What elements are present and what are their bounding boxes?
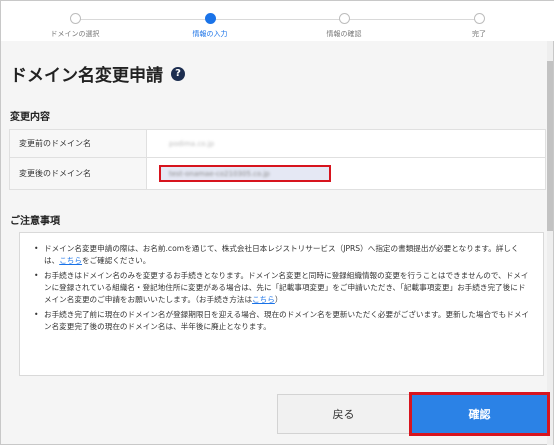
- page-title: ドメイン名変更申請 ?: [10, 61, 185, 86]
- step-dot: [69, 13, 81, 24]
- step-input-info: 情報の入力: [165, 13, 255, 39]
- old-domain-label: 変更前のドメイン名: [10, 130, 147, 157]
- note-tail: ）: [274, 295, 283, 304]
- confirm-button[interactable]: 確認: [409, 392, 550, 436]
- help-icon[interactable]: ?: [171, 66, 185, 81]
- table-row: 変更後のドメイン名 test-onamae-co210305.co.jp: [10, 158, 545, 189]
- note-text: お手続きはドメイン名のみを変更するお手続きとなります。ドメイン名変更と同時に登録…: [44, 271, 529, 304]
- step-label: 情報の入力: [192, 30, 228, 38]
- back-button[interactable]: 戻る: [277, 394, 410, 434]
- progress-line: [75, 19, 479, 20]
- new-domain-label: 変更後のドメイン名: [10, 158, 147, 189]
- new-domain-text: test-onamae-co210305.co.jp: [169, 169, 270, 178]
- step-label: 情報の確認: [326, 30, 362, 38]
- step-domain-select: ドメインの選択: [30, 13, 120, 39]
- new-domain-highlight: test-onamae-co210305.co.jp: [159, 165, 331, 182]
- step-confirm-info: 情報の確認: [299, 13, 389, 39]
- table-row: 変更前のドメイン名 podima.co.jp: [10, 130, 545, 158]
- note-text: お手続き完了前に現在のドメイン名が登録期限日を迎える場合、現在のドメイン名を更新…: [44, 310, 530, 331]
- page: ドメインの選択 情報の入力 情報の確認 完了 ドメイン名変更申請 ? 変更内容 …: [0, 0, 554, 445]
- page-title-text: ドメイン名変更申請: [10, 66, 163, 86]
- scrollbar-thumb[interactable]: [547, 61, 553, 231]
- notes-list: ドメイン名変更申請の際は、お名前.comを通じて、株式会社日本レジストリサービス…: [34, 243, 531, 333]
- old-domain-text: podima.co.jp: [169, 139, 215, 148]
- list-item: お手続き完了前に現在のドメイン名が登録期限日を迎える場合、現在のドメイン名を更新…: [34, 309, 531, 333]
- notes-section-title: ご注意事項: [10, 216, 60, 227]
- note-link[interactable]: こちら: [252, 295, 275, 304]
- step-label: ドメインの選択: [50, 30, 100, 38]
- step-label: 完了: [472, 30, 486, 38]
- progress-steps: ドメインの選択 情報の入力 情報の確認 完了: [1, 1, 554, 41]
- step-dot: [338, 13, 350, 24]
- new-domain-value: test-onamae-co210305.co.jp: [147, 158, 545, 189]
- step-dot-active: [204, 13, 216, 24]
- step-complete: 完了: [434, 13, 524, 39]
- note-link[interactable]: こちら: [59, 256, 82, 265]
- change-section-title: 変更内容: [10, 112, 50, 123]
- notes-box: ドメイン名変更申請の際は、お名前.comを通じて、株式会社日本レジストリサービス…: [19, 232, 544, 376]
- change-table: 変更前のドメイン名 podima.co.jp 変更後のドメイン名 test-on…: [9, 129, 546, 190]
- list-item: ドメイン名変更申請の際は、お名前.comを通じて、株式会社日本レジストリサービス…: [34, 243, 531, 267]
- old-domain-value: podima.co.jp: [147, 130, 545, 157]
- list-item: お手続きはドメイン名のみを変更するお手続きとなります。ドメイン名変更と同時に登録…: [34, 270, 531, 306]
- note-tail: をご確認ください。: [81, 256, 151, 265]
- step-dot: [473, 13, 485, 24]
